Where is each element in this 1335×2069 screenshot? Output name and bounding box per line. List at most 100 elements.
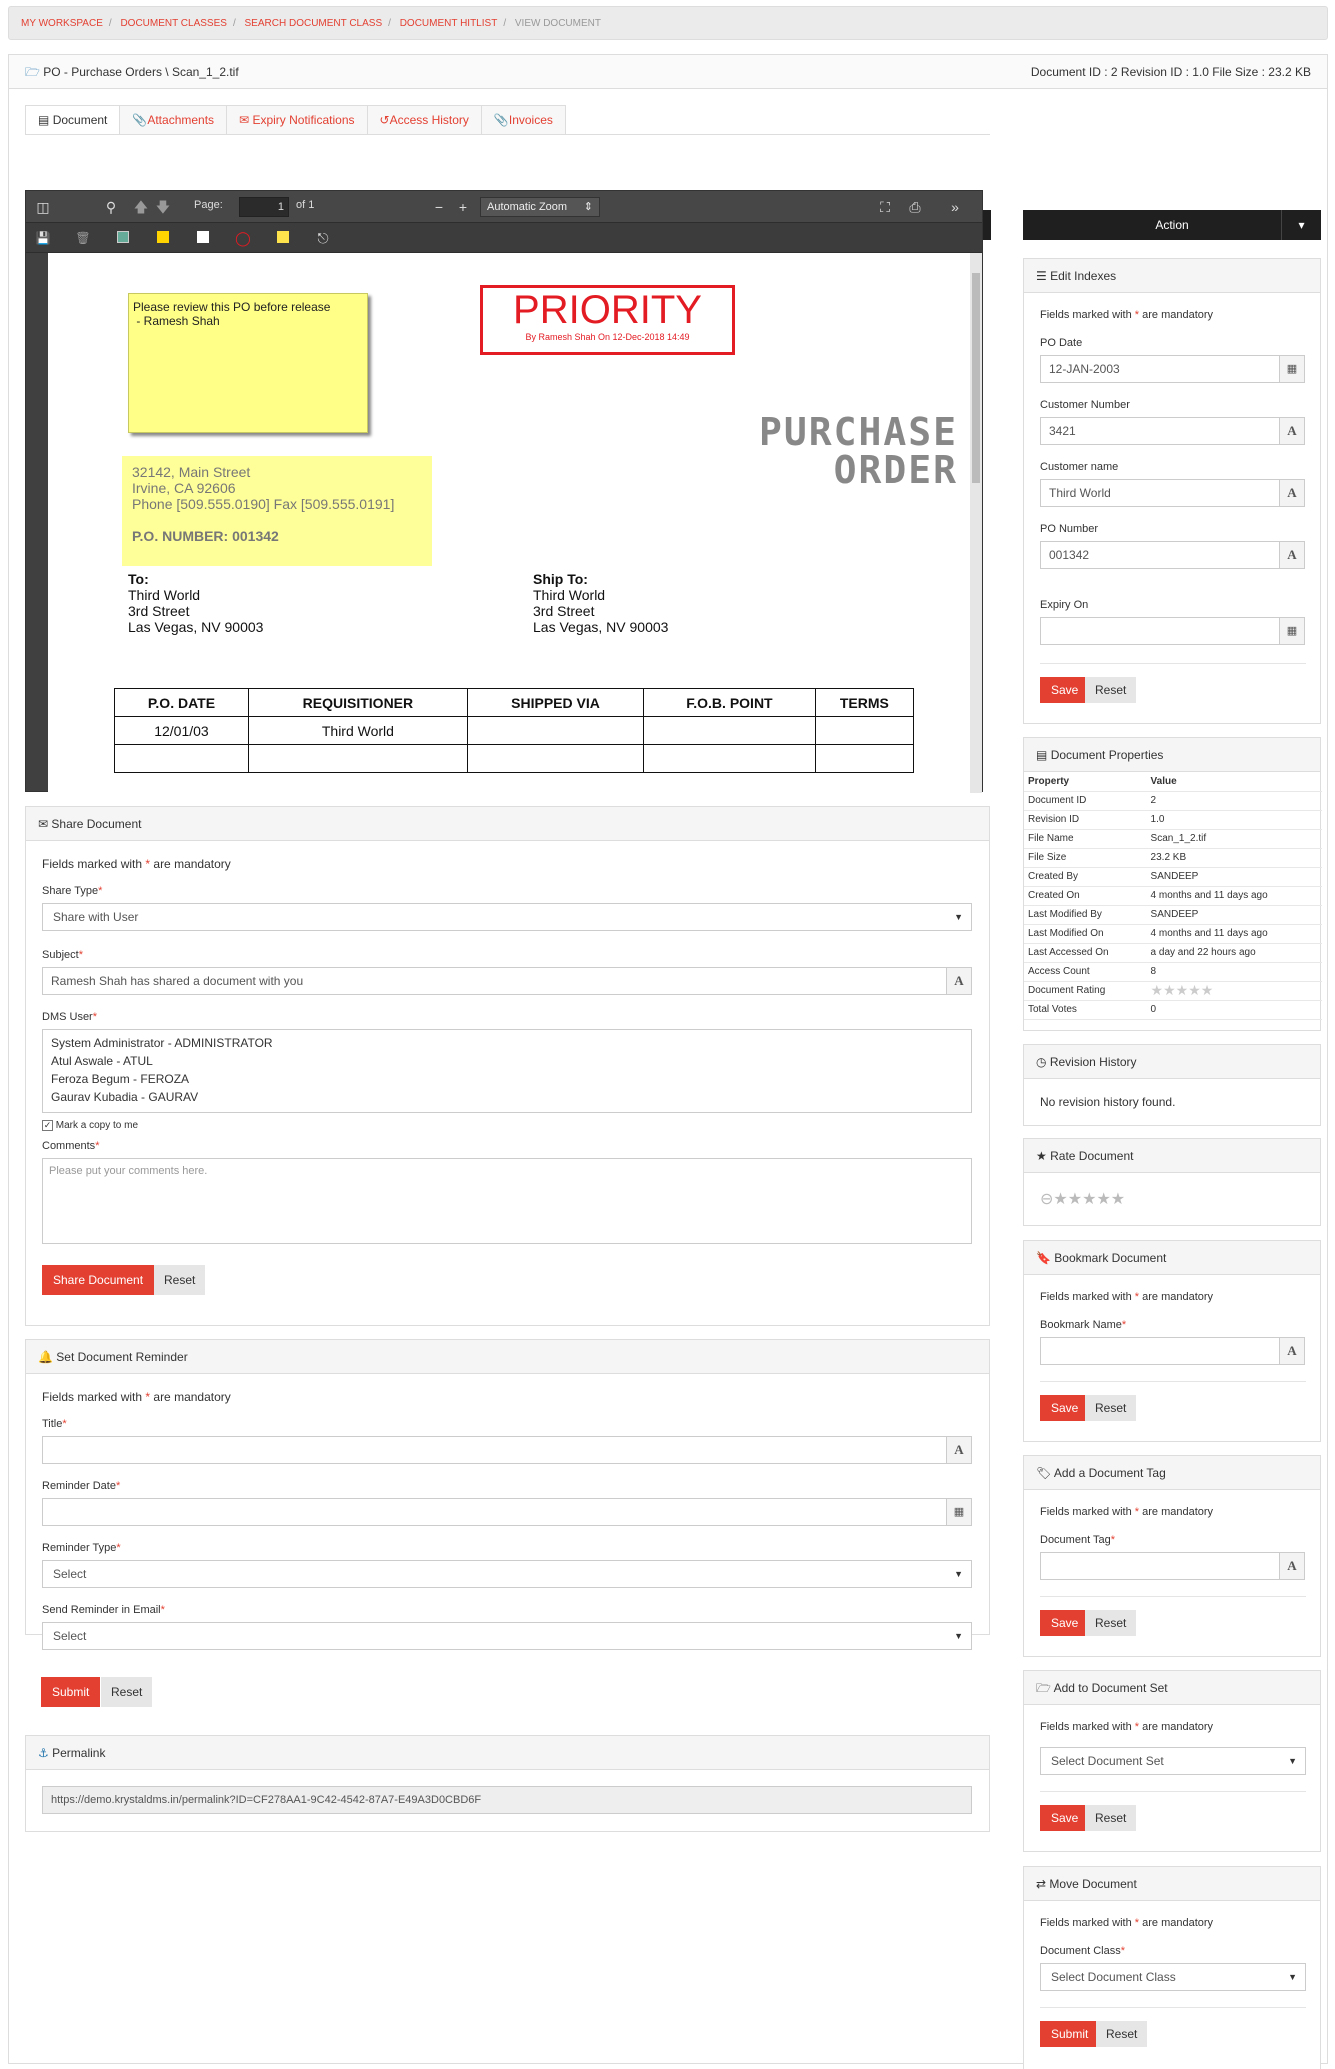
action-button[interactable]: Action ▾ (1023, 210, 1321, 240)
folder-icon: 🗁 (1036, 1681, 1051, 1695)
share-document-button[interactable]: Share Document (42, 1265, 155, 1295)
document-properties-panel: ▤ Document Properties Property Value Docu… (1023, 737, 1322, 1031)
reminder-email-select[interactable]: Select ▼ (42, 1622, 972, 1650)
search-icon[interactable]: ⚲ (102, 198, 120, 216)
reminder-title-input[interactable] (42, 1436, 947, 1464)
blank-box-icon[interactable] (194, 229, 212, 247)
breadcrumb-search-document-class[interactable]: SEARCH DOCUMENT CLASS (245, 18, 383, 29)
customer-number-input[interactable]: 3421 (1040, 417, 1280, 445)
share-type-select[interactable]: Share with User ▼ (42, 903, 972, 931)
table-row: Document Rating ★★★★★ (1024, 981, 1322, 1001)
mark-copy-checkbox[interactable]: ✓ (42, 1120, 53, 1131)
breadcrumb-document-hitlist[interactable]: DOCUMENT HITLIST (400, 18, 498, 29)
zoom-out-icon[interactable]: − (430, 198, 448, 216)
properties-table: Property Value Document ID 2 Revision ID 1.… (1024, 772, 1322, 1020)
print-icon[interactable]: ⎙ (906, 198, 924, 216)
breadcrumb-document-classes[interactable]: DOCUMENT CLASSES (120, 18, 227, 29)
document-meta: Document ID : 2 Revision ID : 1.0 File S… (1030, 65, 1311, 79)
customer-number-label: Customer Number (1040, 399, 1130, 411)
move-submit-button[interactable]: Submit (1040, 2021, 1100, 2047)
calendar-icon[interactable]: ▦ (1279, 355, 1305, 383)
arrow-down-icon[interactable]: 🡇 (154, 198, 172, 216)
fullscreen-icon[interactable]: ⛶ (876, 198, 894, 216)
move-document-panel: ⇄ Move Document Fields marked with * are… (1023, 1866, 1321, 2069)
save-tag-button[interactable]: Save (1040, 1610, 1090, 1636)
subject-label: Subject* (42, 949, 83, 961)
rating-stars[interactable]: ★★★★★ (1053, 1191, 1125, 1208)
reset-tag-button[interactable]: Reset (1085, 1610, 1137, 1636)
po-table-cell (643, 716, 816, 745)
move-reset-button[interactable]: Reset (1096, 2021, 1148, 2047)
sidebar-toggle-icon[interactable]: ◫ (34, 198, 52, 216)
po-number-input[interactable]: 001342 (1040, 541, 1280, 569)
rating-input[interactable]: ⊖★★★★★ (1040, 1189, 1125, 1209)
trash-icon[interactable]: 🗑 (74, 229, 92, 247)
page-number-input[interactable]: 1 (239, 197, 289, 217)
calendar-icon[interactable]: ▦ (946, 1498, 972, 1526)
document-set-select[interactable]: Select Document Set ▼ (1040, 1747, 1306, 1775)
list-item[interactable]: Atul Aswale - ATUL (51, 1052, 963, 1070)
save-docset-button[interactable]: Save (1040, 1805, 1090, 1831)
save-indexes-button[interactable]: Save (1040, 677, 1090, 703)
image-icon[interactable] (114, 229, 132, 247)
po-date-input[interactable]: 12-JAN-2003 (1040, 355, 1280, 383)
share-reset-button[interactable]: Reset (154, 1265, 206, 1295)
tab-access-history[interactable]: ↺Access History (367, 105, 482, 135)
properties-header: ▤ Document Properties (1024, 738, 1320, 772)
cancel-rating-icon[interactable]: ⊖ (1040, 1191, 1053, 1208)
circle-icon[interactable]: ◯ (234, 229, 252, 247)
document-class-label: Document Class* (1040, 1945, 1125, 1957)
customer-name-input[interactable]: Third World (1040, 479, 1280, 507)
arrow-up-icon[interactable]: 🡅 (132, 198, 150, 216)
paperclip-icon: 📎 (132, 113, 148, 127)
list-item[interactable]: Gaurav Kubadia - GAURAV (51, 1088, 963, 1106)
reminder-type-select[interactable]: Select ▼ (42, 1560, 972, 1588)
zoom-in-icon[interactable]: + (454, 198, 472, 216)
share-document-header: ✉ Share Document (26, 807, 989, 841)
po-table: P.O. DATE REQUISITIONER SHIPPED VIA F.O.… (114, 688, 915, 773)
dms-user-list[interactable]: System Administrator - ADMINISTRATOR Atu… (42, 1029, 972, 1113)
reminder-submit-button[interactable]: Submit (41, 1677, 101, 1707)
calendar-icon[interactable]: ▦ (1279, 617, 1305, 645)
save-bookmark-button[interactable]: Save (1040, 1395, 1090, 1421)
mandatory-note: Fields marked with * are mandatory (42, 1390, 231, 1404)
document-tag-input[interactable] (1040, 1552, 1280, 1580)
reminder-reset-button[interactable]: Reset (101, 1677, 153, 1707)
table-row: Document ID 2 (1024, 791, 1322, 811)
comments-textarea[interactable]: Please put your comments here. (42, 1158, 972, 1244)
font-icon: A (946, 967, 972, 995)
highlight-icon[interactable] (154, 229, 172, 247)
subject-input[interactable]: Ramesh Shah has shared a document with y… (42, 967, 947, 995)
reminder-date-input[interactable] (42, 1498, 947, 1526)
reminder-type-label: Reminder Type* (42, 1542, 121, 1554)
save-annotation-icon[interactable]: 💾 (34, 229, 52, 247)
bookmark-name-input[interactable] (1040, 1337, 1280, 1365)
tab-expiry-notifications[interactable]: ✉ Expiry Notifications (227, 105, 368, 135)
list-item[interactable]: System Administrator - ADMINISTRATOR (51, 1034, 963, 1052)
reset-indexes-button[interactable]: Reset (1085, 677, 1137, 703)
document-header: 🗁 PO - Purchase Orders \ Scan_1_2.tif Do… (9, 55, 1327, 89)
permalink-input[interactable]: https://demo.krystaldms.in/permalink?ID=… (42, 1786, 972, 1814)
list-item[interactable]: Feroza Begum - FEROZA (51, 1070, 963, 1088)
clock-icon: ◷ (1036, 1055, 1047, 1069)
stamp-icon[interactable]: ⎋ (314, 229, 332, 247)
bell-icon: 🔔 (38, 1350, 53, 1364)
customer-name-label: Customer name (1040, 461, 1119, 473)
reset-docset-button[interactable]: Reset (1085, 1805, 1137, 1831)
sticky-note[interactable]: Please review this PO before release - R… (128, 293, 368, 433)
tab-attachments[interactable]: 📎Attachments (120, 105, 228, 135)
tab-document[interactable]: ▤ Document (25, 105, 121, 135)
table-row: Last Modified By SANDEEP (1024, 905, 1322, 925)
document-class-select[interactable]: Select Document Class ▼ (1040, 1963, 1306, 1991)
breadcrumb-my-workspace[interactable]: MY WORKSPACE (21, 18, 103, 29)
document-page: ​ Please review this PO before release -… (48, 253, 970, 793)
reset-bookmark-button[interactable]: Reset (1085, 1395, 1137, 1421)
expiry-on-input[interactable] (1040, 617, 1280, 645)
po-table-cell (466, 716, 645, 745)
chevron-double-right-icon[interactable]: » (946, 198, 964, 216)
tab-invoices[interactable]: 📎Invoices (481, 105, 566, 135)
purchase-order-title: PURCHASE ORDER (758, 410, 958, 492)
viewer-scrollbar[interactable] (970, 253, 982, 793)
zoom-select[interactable]: Automatic Zoom ⇕ (480, 197, 600, 217)
sticky-note-icon[interactable] (274, 229, 292, 247)
